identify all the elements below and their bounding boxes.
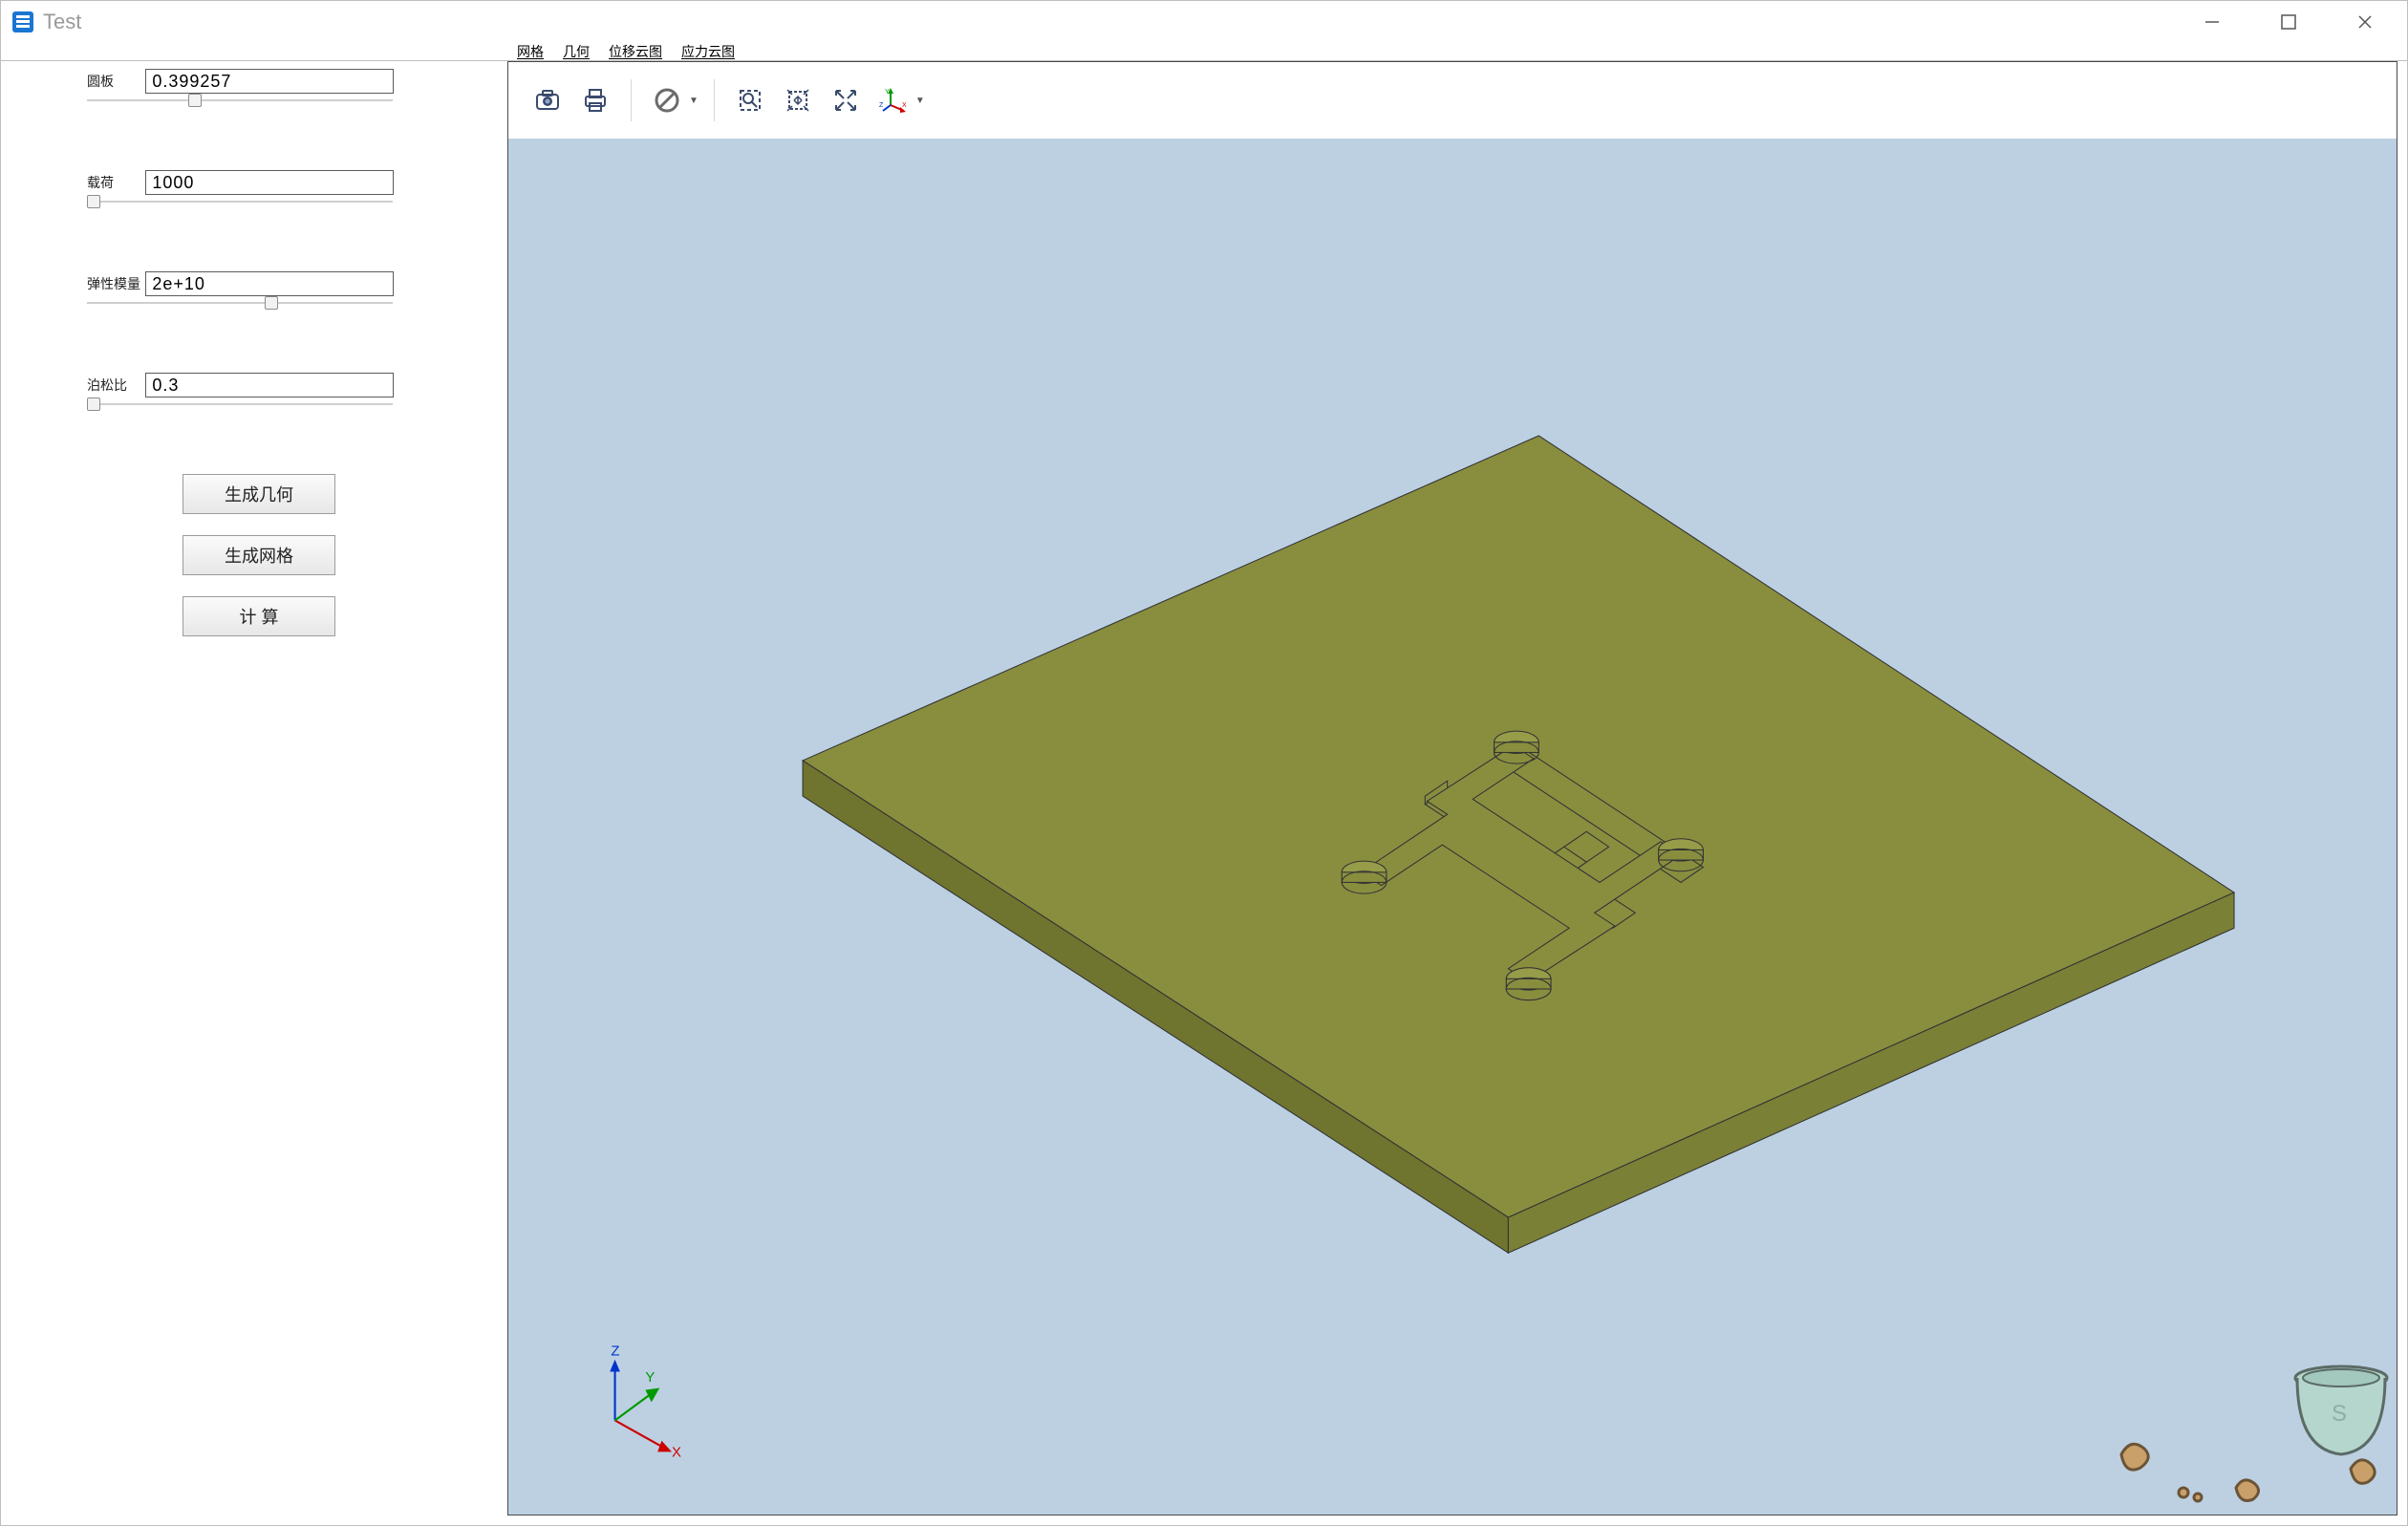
- select-box-button[interactable]: [730, 80, 770, 120]
- main-area: 圆板 载荷 弹性模量: [1, 60, 2407, 1525]
- param-label: 泊松比: [87, 376, 142, 395]
- maximize-icon: [2279, 12, 2298, 32]
- close-icon: [2355, 12, 2375, 32]
- menu-item-geometry[interactable]: 几何: [563, 42, 590, 61]
- generate-mesh-button[interactable]: 生成网格: [183, 535, 335, 575]
- svg-text:Z: Z: [879, 102, 884, 109]
- menu-item-displacement[interactable]: 位移云图: [609, 42, 662, 61]
- select-box-icon: [736, 86, 764, 115]
- menu-item-stress[interactable]: 应力云图: [681, 42, 735, 61]
- param-row-modulus: 弹性模量: [87, 271, 431, 304]
- minimize-icon: [2203, 12, 2222, 32]
- reset-view-icon: [830, 85, 861, 116]
- svg-text:X: X: [902, 102, 907, 109]
- param-label: 圆板: [87, 72, 142, 91]
- toolbar-separator: [714, 79, 715, 121]
- param-label: 弹性模量: [87, 274, 142, 293]
- sidebar: 圆板 载荷 弹性模量: [1, 61, 507, 1525]
- slider-modulus[interactable]: [87, 302, 393, 304]
- axis-icon: Y X Z: [879, 86, 908, 115]
- calculate-button[interactable]: 计 算: [183, 596, 335, 636]
- chevron-down-icon: ▼: [915, 96, 925, 106]
- svg-text:Z: Z: [611, 1343, 619, 1359]
- fit-view-button[interactable]: [778, 80, 818, 120]
- canvas-3d[interactable]: Z X Y: [508, 139, 2397, 1515]
- minimize-button[interactable]: [2197, 7, 2227, 37]
- slider-load[interactable]: [87, 201, 393, 203]
- desktop-decor: S: [2093, 1364, 2398, 1516]
- camera-button[interactable]: [527, 80, 568, 120]
- window-title: Test: [43, 10, 2197, 34]
- param-row-plate: 圆板: [87, 69, 431, 101]
- slider-plate[interactable]: [87, 99, 393, 101]
- param-input-poisson[interactable]: [145, 373, 394, 398]
- maximize-button[interactable]: [2273, 7, 2304, 37]
- svg-text:X: X: [672, 1446, 681, 1461]
- app-window: Test 网格 几何 位移云图 应力云图 圆板: [0, 0, 2408, 1526]
- clear-dropdown[interactable]: ▼: [647, 80, 699, 120]
- generate-geometry-button[interactable]: 生成几何: [183, 474, 335, 514]
- param-row-poisson: 泊松比: [87, 373, 431, 405]
- svg-text:Y: Y: [885, 89, 890, 96]
- reset-view-button[interactable]: [826, 80, 866, 120]
- viewport-wrap: ▼: [507, 61, 2407, 1525]
- close-button[interactable]: [2350, 7, 2380, 37]
- camera-icon: [533, 86, 562, 115]
- window-controls: [2197, 7, 2380, 37]
- print-button[interactable]: [575, 80, 615, 120]
- svg-text:Y: Y: [645, 1370, 655, 1386]
- axis-dropdown[interactable]: Y X Z ▼: [873, 80, 925, 120]
- slider-poisson[interactable]: [87, 403, 393, 405]
- model-render: Z X Y: [508, 139, 2397, 1515]
- clear-icon: [653, 86, 681, 115]
- chevron-down-icon: ▼: [689, 96, 699, 106]
- fit-view-icon: [784, 86, 812, 115]
- title-bar: Test: [1, 1, 2407, 43]
- param-label: 载荷: [87, 173, 142, 192]
- param-input-load[interactable]: [145, 170, 394, 195]
- menu-bar: 网格 几何 位移云图 应力云图: [1, 43, 2407, 60]
- viewport-panel: ▼: [507, 61, 2397, 1515]
- viewport-toolbar: ▼: [508, 62, 2397, 139]
- app-icon: [11, 10, 35, 34]
- param-input-plate[interactable]: [145, 69, 394, 94]
- menu-item-mesh[interactable]: 网格: [517, 42, 544, 61]
- param-input-modulus[interactable]: [145, 271, 394, 296]
- toolbar-separator: [631, 79, 632, 121]
- action-buttons: 生成几何 生成网格 计 算: [87, 474, 431, 636]
- svg-text:S: S: [2332, 1401, 2347, 1427]
- print-icon: [581, 86, 610, 115]
- param-row-load: 载荷: [87, 170, 431, 203]
